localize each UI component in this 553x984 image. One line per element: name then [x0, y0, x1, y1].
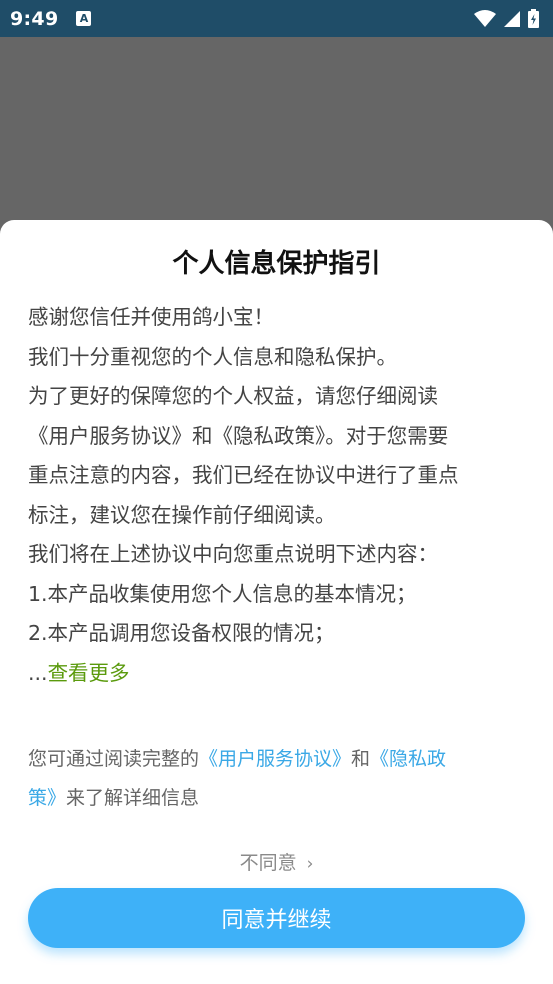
battery-icon: [528, 9, 539, 28]
body-line: 2.本产品调用您设备权限的情况；: [28, 621, 335, 645]
body-line: 标注，建议您在操作前仔细阅读。: [28, 502, 336, 527]
signal-icon: [504, 10, 520, 27]
agree-continue-button[interactable]: 同意并继续: [28, 888, 525, 948]
status-icons: [474, 9, 539, 28]
notice-suffix: 来了解详细信息: [66, 787, 200, 809]
dialog-title: 个人信息保护指引: [172, 249, 381, 279]
disagree-label: 不同意: [239, 852, 297, 874]
privacy-policy-link[interactable]: 《隐私政: [370, 748, 446, 770]
body-line: 《用户服务协议》和《隐私政策》。对于您需要: [28, 423, 449, 448]
view-more-link[interactable]: 查看更多: [48, 661, 130, 685]
body-line: 感谢您信任并使用鸽小宝！: [28, 305, 274, 329]
body-line: 我们十分重视您的个人信息和隐私保护。: [28, 344, 397, 369]
dialog-body: 感谢您信任并使用鸽小宝！ 我们十分重视您的个人信息和隐私保护。 为了更好的保障您…: [28, 298, 528, 693]
notice-middle: 和: [351, 748, 371, 770]
body-line: 重点注意的内容，我们已经在协议中进行了重点: [28, 463, 459, 487]
body-line: 为了更好的保障您的个人权益，请您仔细阅读: [28, 384, 438, 408]
notice-prefix: 您可通过阅读完整的: [28, 748, 200, 770]
more-line: ...查看更多: [28, 654, 528, 694]
notification-app-icon: A: [76, 11, 92, 26]
body-line: 1.本产品收集使用您个人信息的基本情况；: [28, 581, 417, 606]
body-line: 我们将在上述协议中向您重点说明下述内容：: [28, 542, 438, 566]
privacy-policy-link-cont[interactable]: 策》: [28, 787, 66, 809]
user-agreement-link[interactable]: 《用户服务协议》: [199, 748, 351, 770]
agreement-notice: 您可通过阅读完整的《用户服务协议》和《隐私政策》来了解详细信息: [28, 740, 528, 818]
status-time: 9:49: [10, 7, 59, 30]
chevron-right-icon: ›: [306, 854, 314, 874]
disagree-button[interactable]: 不同意 ›: [0, 848, 553, 875]
privacy-dialog: 个人信息保护指引 感谢您信任并使用鸽小宝！ 我们十分重视您的个人信息和隐私保护。…: [0, 220, 553, 984]
more-ellipsis: ...: [28, 660, 48, 685]
wifi-icon: [474, 9, 496, 28]
status-bar: 9:49 A: [0, 0, 553, 37]
